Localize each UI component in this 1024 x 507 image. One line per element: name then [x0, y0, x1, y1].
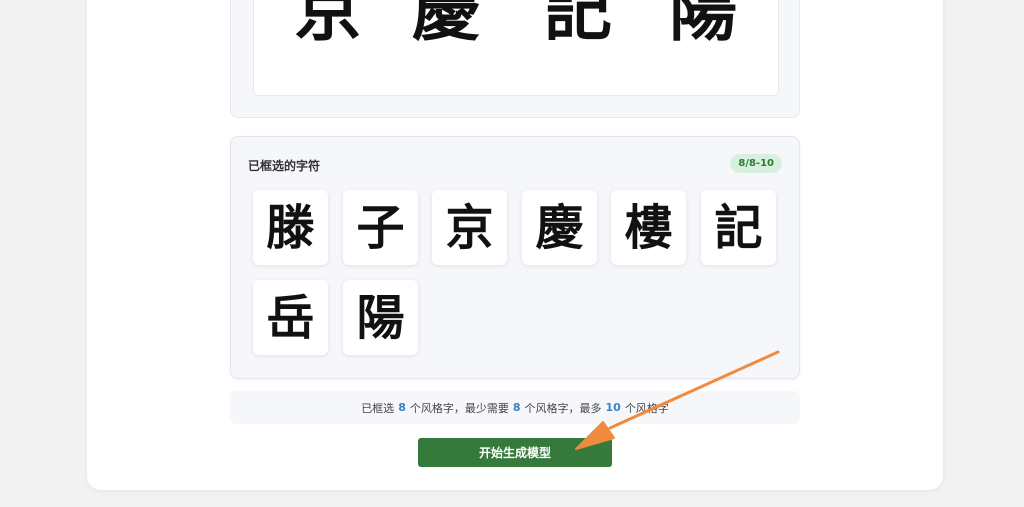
character-tile[interactable]: 京 — [432, 190, 507, 265]
character-tile[interactable]: 記 — [701, 190, 776, 265]
calligraphy-preview-image: 京 慶 記 陽 — [253, 0, 779, 96]
summary-prefix: 已框选 — [361, 401, 395, 415]
max-count: 10 — [605, 401, 621, 414]
character-glyph: 子 — [356, 199, 405, 256]
character-glyph: 京 — [445, 199, 494, 256]
summary-middle2: 个风格字，最多 — [524, 401, 602, 415]
character-tile[interactable]: 滕 — [253, 190, 328, 265]
count-badge: 8/8-10 — [730, 154, 782, 173]
character-tile[interactable]: 子 — [343, 190, 418, 265]
preview-panel: 京 慶 記 陽 — [230, 0, 800, 118]
selected-characters-panel: 已框选的字符 8/8-10 滕 子 京 慶 樓 記 岳 陽 — [230, 136, 800, 379]
preview-glyph: 記 — [544, 0, 613, 51]
character-tile[interactable]: 慶 — [522, 190, 597, 265]
start-generate-model-button[interactable]: 开始生成模型 — [418, 438, 612, 467]
character-glyph: 慶 — [535, 199, 584, 256]
preview-glyph: 陽 — [669, 0, 738, 51]
preview-glyph: 京 — [294, 0, 363, 51]
character-tile[interactable]: 樓 — [611, 190, 686, 265]
character-glyph: 樓 — [624, 199, 673, 256]
character-glyph: 岳 — [266, 289, 315, 346]
character-glyph: 記 — [714, 199, 763, 256]
selected-count: 8 — [398, 401, 406, 414]
character-tile[interactable]: 陽 — [343, 280, 418, 355]
character-glyph: 陽 — [356, 289, 405, 346]
summary-suffix: 个风格字 — [624, 401, 669, 415]
character-tile[interactable]: 岳 — [253, 280, 328, 355]
character-glyph: 滕 — [266, 199, 315, 256]
preview-glyph: 慶 — [412, 0, 481, 51]
summary-middle1: 个风格字，最少需要 — [409, 401, 509, 415]
panel-title: 已框选的字符 — [248, 159, 321, 173]
selection-summary: 已框选 8 个风格字，最少需要 8 个风格字，最多 10 个风格字 — [230, 391, 800, 424]
min-count: 8 — [512, 401, 521, 414]
